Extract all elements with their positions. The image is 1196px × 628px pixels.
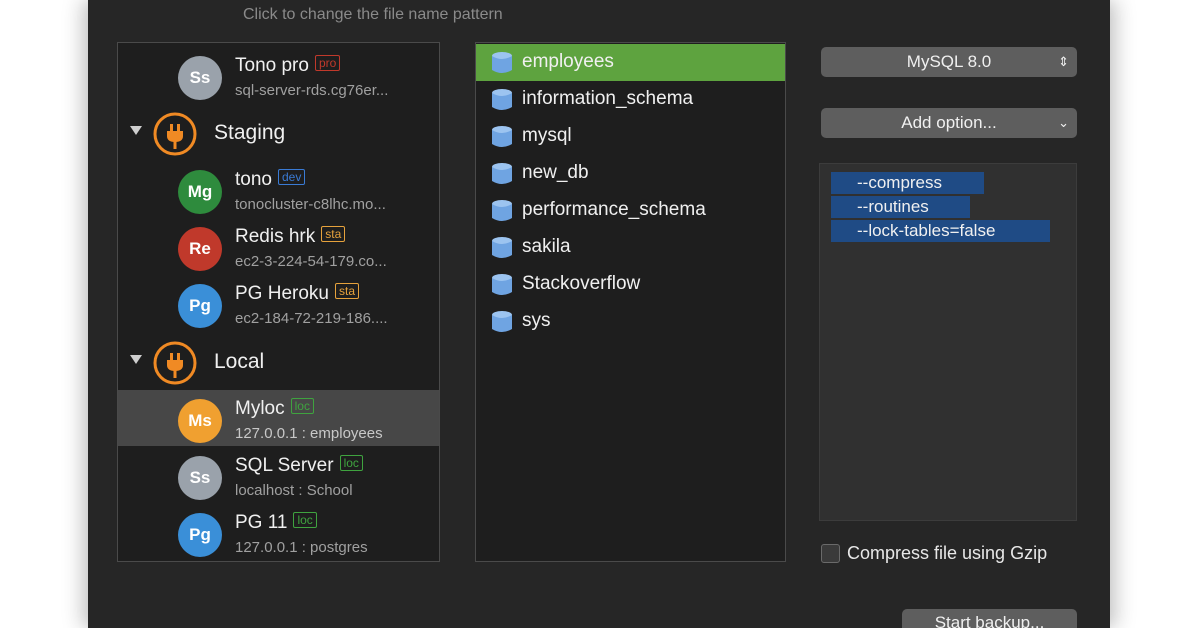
database-icon [492, 274, 512, 295]
group-label: Local [214, 350, 265, 373]
avatar: Ss [178, 456, 222, 500]
database-icon [492, 89, 512, 110]
database-name: employees [522, 51, 614, 72]
version-select[interactable]: MySQL 8.0 ⇕ [821, 47, 1077, 77]
backup-window: Click to change the file name pattern Ss… [88, 0, 1110, 628]
add-option-select[interactable]: Add option... ⌄ [821, 108, 1077, 138]
connection-item-redis-hrk[interactable]: Re Redis hrk sta ec2-3-224-54-179.co... [118, 218, 439, 274]
connection-host: sql-server-rds.cg76er... [235, 82, 389, 99]
database-name: new_db [522, 162, 589, 183]
env-badge: sta [334, 283, 359, 299]
env-badge: loc [290, 398, 314, 414]
gzip-label: Compress file using Gzip [847, 543, 1048, 563]
connection-host: tonocluster-c8lhc.mo... [235, 196, 386, 213]
avatar: Pg [178, 513, 222, 557]
connection-host: 127.0.0.1 : postgres [235, 539, 368, 556]
plug-icon [153, 112, 197, 156]
option-item[interactable]: --routines [831, 196, 970, 218]
options-list[interactable]: --compress --routines --lock-tables=fals… [819, 163, 1077, 521]
group-staging[interactable]: Staging [118, 109, 439, 159]
connection-item-tono-pro[interactable]: Ss Tono pro pro sql-server-rds.cg76er... [118, 47, 439, 103]
database-item-sakila[interactable]: sakila [476, 229, 785, 266]
connection-name: PG Heroku [235, 283, 329, 304]
start-backup-button[interactable]: Start backup... [902, 609, 1077, 628]
connection-name: SQL Server [235, 455, 334, 476]
database-icon [492, 200, 512, 221]
connection-item-tono[interactable]: Mg tono dev tonocluster-c8lhc.mo... [118, 161, 439, 217]
connection-name: PG 11 [235, 512, 288, 533]
env-badge: loc [339, 455, 363, 471]
database-name: information_schema [522, 88, 694, 109]
avatar: Mg [178, 170, 222, 214]
database-list: employees information_schema mysql new_d… [475, 42, 786, 562]
database-item-sys[interactable]: sys [476, 303, 785, 340]
database-item-stackoverflow[interactable]: Stackoverflow [476, 266, 785, 303]
database-icon [492, 163, 512, 184]
database-name: mysql [522, 125, 572, 146]
connection-item-pg-11[interactable]: Pg PG 11 loc 127.0.0.1 : postgres [118, 504, 439, 560]
connection-host: ec2-3-224-54-179.co... [235, 253, 387, 270]
disclosure-triangle-icon[interactable] [130, 355, 142, 364]
database-item-new-db[interactable]: new_db [476, 155, 785, 192]
database-name: performance_schema [522, 199, 706, 220]
database-icon [492, 311, 512, 332]
env-badge: loc [293, 512, 317, 528]
connection-item-pg-heroku[interactable]: Pg PG Heroku sta ec2-184-72-219-186.... [118, 275, 439, 331]
database-name: Stackoverflow [522, 273, 641, 294]
avatar: Ms [178, 399, 222, 443]
chevron-down-icon: ⌄ [1058, 115, 1069, 130]
option-item[interactable]: --lock-tables=false [831, 220, 1050, 242]
connection-host: localhost : School [235, 482, 353, 499]
database-item-mysql[interactable]: mysql [476, 118, 785, 155]
gzip-checkbox[interactable] [821, 544, 840, 563]
option-item[interactable]: --compress [831, 172, 984, 194]
env-badge: dev [277, 169, 306, 185]
database-item-performance-schema[interactable]: performance_schema [476, 192, 785, 229]
version-select-value: MySQL 8.0 [906, 52, 992, 71]
group-local[interactable]: Local [118, 338, 439, 388]
plug-icon [153, 341, 197, 385]
database-icon [492, 237, 512, 258]
database-icon [492, 52, 512, 73]
connection-name: Tono pro [235, 55, 309, 76]
connection-host: 127.0.0.1 : employees [235, 425, 383, 442]
avatar: Re [178, 227, 222, 271]
database-icon [492, 126, 512, 147]
connection-host: ec2-184-72-219-186.... [235, 310, 388, 327]
avatar: Pg [178, 284, 222, 328]
database-name: sakila [522, 236, 571, 257]
env-badge: sta [321, 226, 346, 242]
avatar: Ss [178, 56, 222, 100]
connection-name: Redis hrk [235, 226, 316, 247]
connection-list: Ss Tono pro pro sql-server-rds.cg76er... … [117, 42, 440, 562]
disclosure-triangle-icon[interactable] [130, 126, 142, 135]
database-item-employees[interactable]: employees [476, 44, 785, 81]
connection-name: Myloc [235, 398, 285, 419]
connection-name: tono [235, 169, 272, 190]
group-label: Staging [214, 121, 286, 144]
connection-item-sql-server[interactable]: Ss SQL Server loc localhost : School [118, 447, 439, 503]
connection-item-myloc[interactable]: Ms Myloc loc 127.0.0.1 : employees [118, 390, 439, 446]
database-name: sys [522, 310, 551, 331]
add-option-value: Add option... [901, 113, 997, 132]
database-item-information-schema[interactable]: information_schema [476, 81, 785, 118]
up-down-arrows-icon: ⇕ [1058, 54, 1069, 69]
file-name-pattern-hint[interactable]: Click to change the file name pattern [243, 6, 503, 24]
env-badge: pro [314, 55, 341, 71]
